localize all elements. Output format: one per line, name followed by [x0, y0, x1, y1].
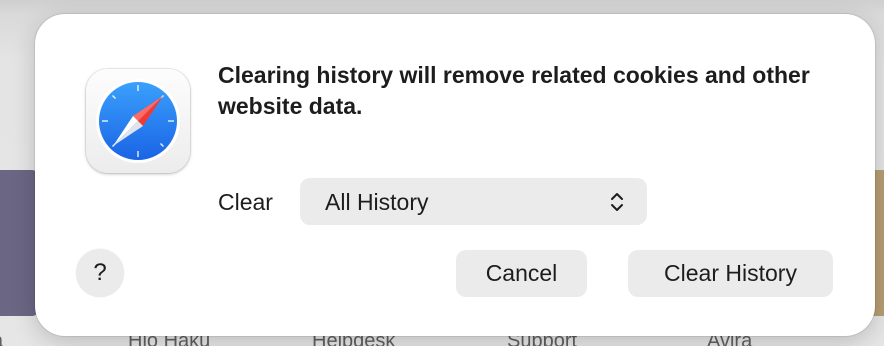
history-range-value: All History [325, 189, 429, 215]
history-range-select[interactable]: All History [300, 178, 647, 225]
up-down-chevron-icon [609, 190, 625, 219]
safari-compass-icon [86, 69, 190, 173]
clear-label: Clear [218, 189, 273, 215]
dialog-message: Clearing history will remove related coo… [218, 62, 810, 119]
cancel-button[interactable]: Cancel [456, 250, 587, 297]
background-tile-left [0, 170, 38, 316]
clear-history-button[interactable]: Clear History [628, 250, 833, 297]
background-label: a [0, 330, 3, 346]
help-button[interactable]: ? [76, 249, 124, 297]
clear-history-dialog: Clearing history will remove related coo… [35, 14, 875, 336]
